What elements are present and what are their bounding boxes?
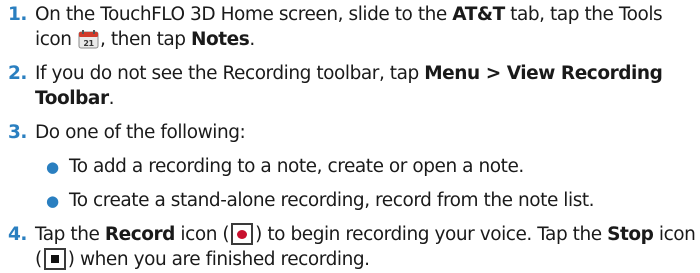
- record-icon: [231, 223, 254, 245]
- step-text: Do one of the following:: [35, 122, 246, 143]
- step-text: If you do not see the Recording toolbar,…: [35, 63, 425, 84]
- step-text: ) when you are finished recording.: [67, 249, 370, 270]
- step-2: 2. If you do not see the Recording toolb…: [8, 61, 696, 111]
- sub-item-text: To create a stand-alone recording, recor…: [69, 190, 595, 211]
- tools-calendar-icon: 21: [78, 30, 99, 49]
- step-number: 4.: [8, 224, 28, 245]
- step-number: 3.: [8, 122, 28, 143]
- step-3: 3. Do one of the following: ● To add a r…: [8, 120, 696, 213]
- step-text: On the TouchFLO 3D Home screen, slide to…: [35, 4, 453, 25]
- sub-item: ● To create a stand-alone recording, rec…: [35, 188, 696, 213]
- sub-item-text: To add a recording to a note, create or …: [69, 156, 524, 177]
- sub-list: ● To add a recording to a note, create o…: [35, 154, 696, 213]
- bullet-icon: ●: [46, 192, 59, 210]
- step-text: icon (: [174, 224, 230, 245]
- step-text: .: [249, 29, 255, 50]
- step-text: ) to begin recording your voice. Tap the: [255, 224, 608, 245]
- instruction-steps: 1. On the TouchFLO 3D Home screen, slide…: [8, 2, 696, 272]
- step-number: 2.: [8, 63, 28, 84]
- step-1: 1. On the TouchFLO 3D Home screen, slide…: [8, 2, 696, 52]
- bullet-icon: ●: [46, 158, 59, 176]
- stop-icon: [43, 248, 66, 270]
- step-text: , then tap: [100, 29, 191, 50]
- step-text: Tap the: [35, 224, 105, 245]
- step-number: 1.: [8, 4, 28, 25]
- step-4: 4. Tap the Record icon ( ) to begin recor…: [8, 222, 696, 272]
- sub-item: ● To add a recording to a note, create o…: [35, 154, 696, 179]
- step-text: .: [108, 88, 115, 109]
- button-name: Record: [104, 224, 176, 245]
- button-name: Stop: [607, 224, 654, 245]
- tab-name: AT&T: [452, 4, 505, 25]
- svg-text:21: 21: [83, 39, 94, 48]
- app-name: Notes: [191, 29, 250, 50]
